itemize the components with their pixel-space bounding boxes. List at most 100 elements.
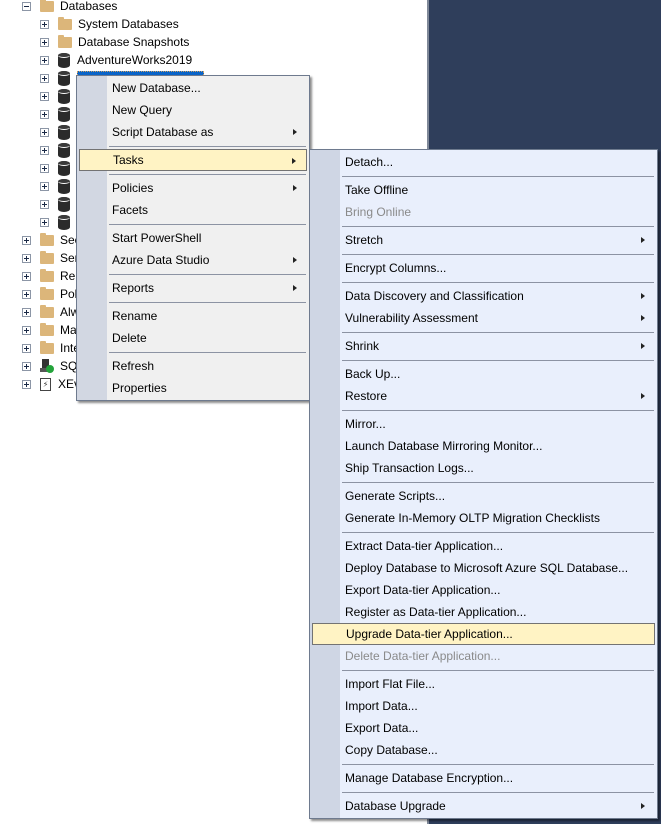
menu-item-label: Take Offline [345,183,409,197]
expand-icon[interactable] [22,253,31,263]
expand-icon[interactable] [40,145,49,155]
menu-item-extract-data-tier-application[interactable]: Extract Data-tier Application... [312,535,655,557]
menu-item-label: Encrypt Columns... [345,261,447,275]
menu-separator [109,302,306,303]
tree-node[interactable]: System Databases [40,15,179,33]
expand-icon[interactable] [22,379,31,389]
menu-item-label: Restore [345,389,388,403]
expand-icon[interactable] [40,199,49,209]
expand-icon[interactable] [40,127,49,137]
database-icon [58,178,70,194]
menu-item-generate-scripts[interactable]: Generate Scripts... [312,485,655,507]
tree-node[interactable]: AdventureWorks2019 [40,51,192,69]
menu-item-deploy-database-to-microsoft-azure-sql-database[interactable]: Deploy Database to Microsoft Azure SQL D… [312,557,655,579]
submenu-arrow-icon [293,185,297,191]
menu-item-label: Data Discovery and Classification [345,289,524,303]
expand-icon[interactable] [40,73,49,83]
menu-item-export-data[interactable]: Export Data... [312,717,655,739]
expand-icon[interactable] [22,289,31,299]
expand-icon[interactable] [40,217,49,227]
menu-item-encrypt-columns[interactable]: Encrypt Columns... [312,257,655,279]
expand-icon[interactable] [22,325,31,335]
folder-icon [40,322,54,336]
menu-item-stretch[interactable]: Stretch [312,229,655,251]
tree-node[interactable]: Alw [22,303,79,321]
tree-node[interactable]: SQL [22,357,84,375]
menu-item-reports[interactable]: Reports [79,277,307,299]
menu-item-upgrade-data-tier-application[interactable]: Upgrade Data-tier Application... [312,623,655,645]
tree-node[interactable]: Ma [22,321,77,339]
menu-item-export-data-tier-application[interactable]: Export Data-tier Application... [312,579,655,601]
menu-item-data-discovery-and-classification[interactable]: Data Discovery and Classification [312,285,655,307]
menu-item-copy-database[interactable]: Copy Database... [312,739,655,761]
tree-node[interactable] [40,141,77,159]
expand-icon[interactable] [22,361,31,371]
tree-node[interactable] [40,177,77,195]
menu-item-delete[interactable]: Delete [79,327,307,349]
menu-item-mirror[interactable]: Mirror... [312,413,655,435]
expand-icon[interactable] [22,235,31,245]
database-icon [58,88,70,104]
expand-icon[interactable] [40,181,49,191]
menu-separator [342,332,654,333]
menu-item-properties[interactable]: Properties [79,377,307,399]
menu-separator [342,482,654,483]
menu-item-generate-in-memory-oltp-migration-checklists[interactable]: Generate In-Memory OLTP Migration Checkl… [312,507,655,529]
menu-item-new-database[interactable]: New Database... [79,77,307,99]
tree-node[interactable]: Rep [22,267,82,285]
menu-item-import-flat-file[interactable]: Import Flat File... [312,673,655,695]
menu-item-start-powershell[interactable]: Start PowerShell [79,227,307,249]
expand-icon[interactable] [40,55,49,65]
menu-item-label: Upgrade Data-tier Application... [346,627,513,641]
menu-item-register-as-data-tier-application[interactable]: Register as Data-tier Application... [312,601,655,623]
menu-item-shrink[interactable]: Shrink [312,335,655,357]
tree-node[interactable] [40,123,77,141]
menu-item-facets[interactable]: Facets [79,199,307,221]
menu-item-label: Import Data... [345,699,418,713]
folder-icon [40,286,54,300]
expand-icon[interactable] [22,307,31,317]
expand-icon[interactable] [22,343,31,353]
tree-node[interactable]: Poly [22,285,83,303]
tree-node-databases[interactable]: Databases [22,0,117,15]
menu-separator [342,226,654,227]
menu-item-vulnerability-assessment[interactable]: Vulnerability Assessment [312,307,655,329]
menu-item-new-query[interactable]: New Query [79,99,307,121]
tree-node[interactable]: Inte [22,339,80,357]
expand-icon[interactable] [40,91,49,101]
collapse-icon[interactable] [22,1,31,11]
menu-item-restore[interactable]: Restore [312,385,655,407]
tree-node[interactable] [40,213,77,231]
menu-item-take-offline[interactable]: Take Offline [312,179,655,201]
menu-item-azure-data-studio[interactable]: Azure Data Studio [79,249,307,271]
expand-icon[interactable] [40,37,49,47]
menu-item-manage-database-encryption[interactable]: Manage Database Encryption... [312,767,655,789]
tree-node[interactable] [40,87,77,105]
expand-icon[interactable] [40,163,49,173]
menu-item-rename[interactable]: Rename [79,305,307,327]
menu-item-refresh[interactable]: Refresh [79,355,307,377]
menu-separator [342,360,654,361]
menu-separator [342,792,654,793]
tree-node[interactable] [40,159,77,177]
expand-icon[interactable] [40,109,49,119]
tree-node[interactable] [40,105,77,123]
tree-node[interactable]: Sec [22,231,81,249]
tree-node[interactable]: Database Snapshots [40,33,189,51]
tree-node-label: Ma [60,323,77,337]
menu-item-script-database-as[interactable]: Script Database as [79,121,307,143]
submenu-arrow-icon [641,237,645,243]
submenu-arrow-icon [641,315,645,321]
menu-item-database-upgrade[interactable]: Database Upgrade [312,795,655,817]
menu-item-launch-database-mirroring-monitor[interactable]: Launch Database Mirroring Monitor... [312,435,655,457]
menu-item-detach[interactable]: Detach... [312,151,655,173]
menu-item-back-up[interactable]: Back Up... [312,363,655,385]
menu-item-ship-transaction-logs[interactable]: Ship Transaction Logs... [312,457,655,479]
menu-item-policies[interactable]: Policies [79,177,307,199]
expand-icon[interactable] [22,271,31,281]
expand-icon[interactable] [40,19,49,29]
menu-item-import-data[interactable]: Import Data... [312,695,655,717]
menu-item-tasks[interactable]: Tasks [79,149,307,171]
tree-node[interactable] [40,195,77,213]
tree-node[interactable]: ⚡ XEv [22,375,80,393]
